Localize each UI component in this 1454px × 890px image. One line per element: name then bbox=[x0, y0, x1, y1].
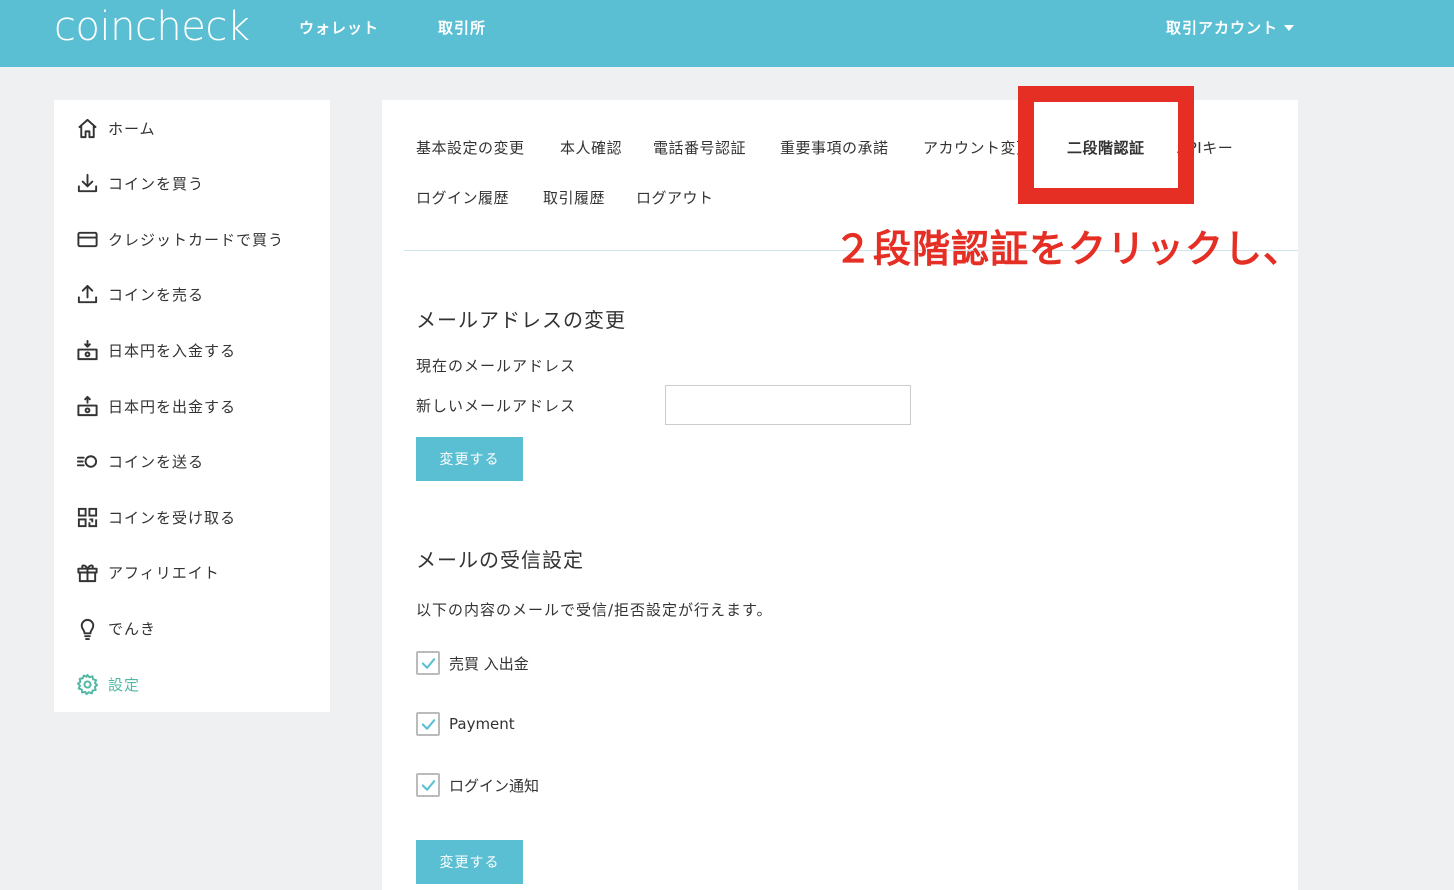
checkbox-login-notice[interactable] bbox=[416, 773, 440, 797]
mail-settings-description: 以下の内容のメールで受信/拒否設定が行えます。 bbox=[416, 601, 773, 619]
current-email-label: 現在のメールアドレス bbox=[416, 357, 577, 375]
lightbulb-icon bbox=[80, 618, 95, 640]
yen-withdraw-icon bbox=[77, 395, 98, 416]
gift-icon bbox=[77, 563, 98, 582]
sidebar-item-label: 設定 bbox=[108, 675, 141, 694]
yen-deposit-icon bbox=[77, 339, 98, 360]
upload-icon bbox=[77, 284, 98, 303]
nav-exchange[interactable]: 取引所 bbox=[438, 17, 486, 38]
tab-identity-verification[interactable]: 本人確認 bbox=[560, 137, 622, 158]
credit-card-icon bbox=[77, 231, 98, 247]
sidebar-item-send-coin[interactable]: コインを送る bbox=[76, 447, 204, 475]
option-label: 売買 入出金 bbox=[449, 654, 529, 673]
home-icon bbox=[78, 118, 97, 138]
sidebar-item-withdraw-yen[interactable]: 日本円を出金する bbox=[76, 392, 236, 420]
gear-icon bbox=[76, 673, 99, 695]
sidebar-item-home[interactable]: ホーム bbox=[76, 114, 156, 142]
nav-wallet[interactable]: ウォレット bbox=[299, 17, 379, 38]
sidebar-item-sell-coin[interactable]: コインを売る bbox=[76, 280, 204, 308]
settings-panel: 基本設定の変更 本人確認 電話番号認証 重要事項の承諾 アカウント変更 二段階認… bbox=[382, 100, 1298, 890]
sidebar-item-settings[interactable]: 設定 bbox=[76, 670, 140, 698]
sidebar-item-buy-coin[interactable]: コインを買う bbox=[76, 169, 204, 197]
sidebar-item-label: コインを買う bbox=[108, 174, 205, 193]
qr-code-icon bbox=[77, 507, 98, 527]
send-coin-icon bbox=[76, 454, 98, 468]
sidebar-item-denki[interactable]: でんき bbox=[76, 614, 156, 642]
download-icon bbox=[77, 173, 98, 192]
option-trade-deposit[interactable]: 売買 入出金 bbox=[416, 651, 529, 675]
account-menu-label: 取引アカウント bbox=[1166, 19, 1279, 37]
sidebar: ホーム コインを買う クレジットカードで買う コインを売る 日本円を入金する 日… bbox=[54, 100, 330, 712]
new-email-label: 新しいメールアドレス bbox=[416, 397, 577, 415]
sidebar-item-label: でんき bbox=[108, 619, 157, 638]
option-payment[interactable]: Payment bbox=[416, 712, 515, 736]
sidebar-item-affiliate[interactable]: アフィリエイト bbox=[76, 558, 220, 586]
sidebar-item-deposit-yen[interactable]: 日本円を入金する bbox=[76, 336, 236, 364]
email-change-title: メールアドレスの変更 bbox=[416, 308, 626, 332]
mail-settings-title: メールの受信設定 bbox=[416, 548, 584, 572]
tab-basic-settings[interactable]: 基本設定の変更 bbox=[416, 137, 525, 158]
tab-api-key[interactable]: APIキー bbox=[1177, 137, 1233, 158]
sidebar-item-label: アフィリエイト bbox=[108, 563, 220, 582]
change-mail-settings-button[interactable]: 変更する bbox=[416, 840, 523, 884]
tab-two-factor-auth[interactable]: 二段階認証 bbox=[1067, 137, 1145, 158]
sidebar-item-label: クレジットカードで買う bbox=[108, 230, 285, 249]
sidebar-item-label: コインを受け取る bbox=[108, 508, 237, 527]
checkmark-icon bbox=[421, 779, 435, 791]
tab-phone-verification[interactable]: 電話番号認証 bbox=[653, 137, 746, 158]
checkmark-icon bbox=[421, 657, 435, 669]
tab-account-change[interactable]: アカウント変更 bbox=[923, 137, 1032, 158]
tab-important-terms[interactable]: 重要事項の承諾 bbox=[780, 137, 889, 158]
sidebar-item-buy-credit-card[interactable]: クレジットカードで買う bbox=[76, 225, 284, 253]
tab-login-history[interactable]: ログイン履歴 bbox=[416, 187, 509, 208]
change-email-button[interactable]: 変更する bbox=[416, 437, 523, 481]
checkmark-icon bbox=[421, 718, 435, 730]
sidebar-item-label: 日本円を出金する bbox=[108, 397, 237, 416]
option-label: Payment bbox=[449, 715, 515, 733]
option-login-notice[interactable]: ログイン通知 bbox=[416, 773, 539, 797]
top-navigation-bar: coincheck ウォレット 取引所 取引アカウント bbox=[0, 0, 1454, 67]
sidebar-item-receive-coin[interactable]: コインを受け取る bbox=[76, 503, 236, 531]
checkbox-payment[interactable] bbox=[416, 712, 440, 736]
account-menu-button[interactable]: 取引アカウント bbox=[1166, 17, 1295, 38]
coincheck-logo[interactable]: coincheck bbox=[54, 2, 250, 52]
tab-logout[interactable]: ログアウト bbox=[636, 187, 714, 208]
sidebar-item-label: ホーム bbox=[108, 119, 156, 138]
sidebar-item-label: 日本円を入金する bbox=[108, 341, 237, 360]
caret-down-icon bbox=[1284, 24, 1295, 31]
sidebar-item-label: コインを送る bbox=[108, 452, 205, 471]
checkbox-trade-deposit[interactable] bbox=[416, 651, 440, 675]
new-email-input[interactable] bbox=[665, 385, 911, 425]
option-label: ログイン通知 bbox=[449, 776, 540, 795]
annotation-text: ２段階認証をクリックし、 bbox=[834, 226, 1303, 271]
sidebar-item-label: コインを売る bbox=[108, 285, 205, 304]
tab-trade-history[interactable]: 取引履歴 bbox=[543, 187, 605, 208]
